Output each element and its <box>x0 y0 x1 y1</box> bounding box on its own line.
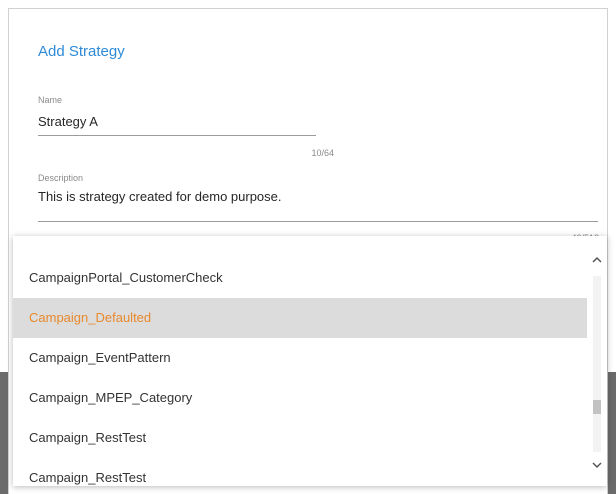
scrollbar-track[interactable] <box>593 276 601 452</box>
modal-backdrop-right <box>608 372 616 494</box>
chevron-down-icon[interactable] <box>587 457 607 477</box>
dropdown-scrollbar[interactable] <box>587 236 607 486</box>
name-field-label: Name <box>38 95 63 105</box>
dropdown-option-selected[interactable]: Campaign_Defaulted <box>13 298 587 338</box>
dropdown-option[interactable]: Campaign_EventPattern <box>13 338 587 378</box>
scrollbar-thumb[interactable] <box>593 400 601 414</box>
description-field-label: Description <box>38 173 84 183</box>
app-stage: Add Strategy Name 10/64 Description 42/5… <box>0 0 616 494</box>
name-field-underline <box>38 135 316 136</box>
strategy-dropdown-list[interactable]: CampaignPortal_CustomerCheck Campaign_De… <box>13 236 607 486</box>
description-field-underline <box>38 221 598 222</box>
dropdown-option[interactable]: CampaignPortal_CustomerCheck <box>13 258 587 298</box>
name-character-counter: 10/64 <box>311 148 334 158</box>
description-field[interactable] <box>38 189 598 204</box>
dropdown-option[interactable]: Campaign_RestTest <box>13 458 587 486</box>
name-field[interactable] <box>38 114 316 129</box>
dropdown-option[interactable]: Campaign_RestTest <box>13 418 587 458</box>
dialog-title: Add Strategy <box>38 43 125 60</box>
dropdown-option[interactable]: Campaign_MPEP_Category <box>13 378 587 418</box>
chevron-up-icon[interactable] <box>587 252 607 272</box>
modal-backdrop-left <box>0 372 8 494</box>
